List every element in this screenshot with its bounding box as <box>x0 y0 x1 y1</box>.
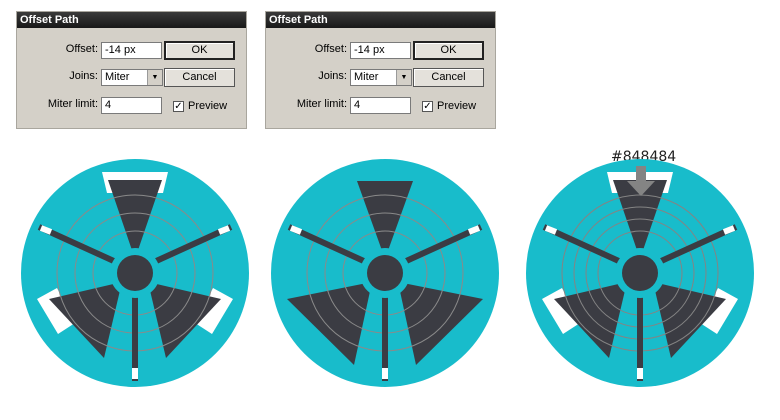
film-reel-1 <box>21 159 249 387</box>
film-reel-2 <box>271 159 499 387</box>
film-reel-artwork <box>21 159 754 387</box>
